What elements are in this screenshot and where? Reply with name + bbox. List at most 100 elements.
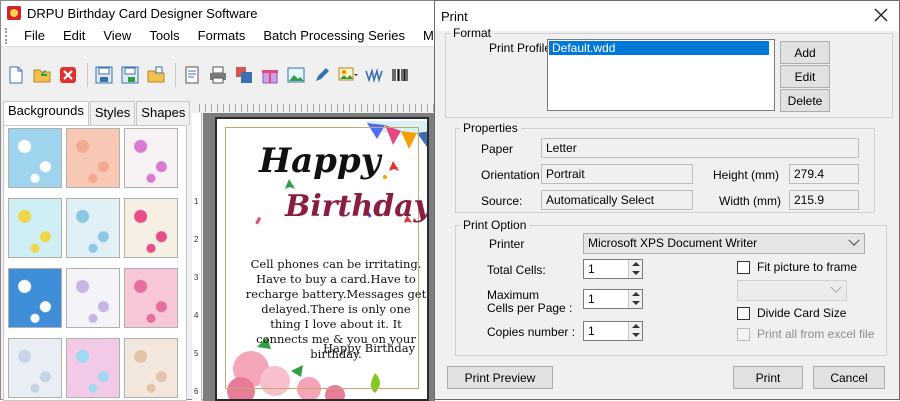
menu-file[interactable]: File [15,28,54,43]
orientation-field: Portrait [541,164,693,184]
stepper-arrows-icon[interactable] [628,260,642,278]
max-cells-stepper[interactable]: 1 [583,289,643,309]
background-swatch[interactable] [8,198,62,258]
tab-shapes[interactable]: Shapes [136,101,191,125]
pen-icon[interactable] [311,64,333,86]
max-cells-label-line1: Maximum [487,288,540,302]
properties-icon[interactable] [181,64,203,86]
printer-label: Printer [489,237,525,251]
left-panel: Backgrounds Styles Shapes [3,101,191,401]
ruler-left: 1 2 3 4 5 6 [192,113,202,401]
copies-value: 1 [588,324,595,338]
open-folder-icon[interactable] [31,64,53,86]
tab-backgrounds[interactable]: Backgrounds [3,101,89,125]
open-template-icon[interactable] [145,64,167,86]
paper-label: Paper [481,142,514,156]
print-all-excel-checkbox [737,328,750,341]
tab-styles[interactable]: Styles [89,101,136,125]
stepper-arrows-icon[interactable] [628,322,642,340]
copies-label: Copies number : [487,325,576,339]
background-swatch[interactable] [8,338,62,398]
fit-picture-label: Fit picture to frame [757,260,858,274]
ruler-number: 1 [194,197,199,206]
dialog-title: Print [441,8,468,24]
main-toolbar [1,58,441,92]
print-option-legend: Print Option [463,218,527,232]
fit-picture-select [737,280,847,301]
close-red-x-icon[interactable] [57,64,79,86]
printer-select[interactable]: Microsoft XPS Document Writer [583,233,865,254]
left-tabs: Backgrounds Styles Shapes [3,101,191,125]
background-swatch[interactable] [66,198,120,258]
delete-profile-button[interactable]: Delete [780,89,830,112]
menu-view[interactable]: View [94,28,140,43]
total-cells-value: 1 [588,262,595,276]
gift-icon[interactable] [259,64,281,86]
menu-formats[interactable]: Formats [189,28,255,43]
menu-edit[interactable]: Edit [54,28,94,43]
background-swatch[interactable] [8,128,62,188]
ruler-top [199,104,435,112]
menu-batch-processing[interactable]: Batch Processing Series [254,28,414,43]
ruler-number: 6 [194,387,199,396]
height-label: Height (mm) [713,168,780,182]
cancel-button[interactable]: Cancel [813,366,885,389]
watermark-icon[interactable] [363,64,385,86]
copy-icon[interactable] [233,64,255,86]
total-cells-stepper[interactable]: 1 [583,259,643,279]
fit-picture-checkbox[interactable] [737,261,750,274]
background-swatch[interactable] [66,268,120,328]
card-signature: Happy Birthday [323,341,416,355]
print-icon[interactable] [207,64,229,86]
height-field: 279.4 [789,164,859,184]
edit-profile-button[interactable]: Edit [780,65,830,88]
menu-grip [5,27,9,44]
save-as-icon[interactable] [119,64,141,86]
menu-tools[interactable]: Tools [140,28,188,43]
close-icon[interactable] [873,7,889,23]
background-swatch[interactable] [66,128,120,188]
save-icon[interactable] [93,64,115,86]
print-dialog: Print Format Print Profile Default.wdd A… [434,0,900,400]
print-profile-list[interactable]: Default.wdd [547,39,775,111]
design-canvas[interactable]: Happy Birthday Cell phones can be irrita… [203,113,435,401]
toolbar-separator [87,63,89,87]
background-swatch[interactable] [124,198,178,258]
print-all-excel-label: Print all from excel file [757,327,875,341]
ruler-number: 5 [194,349,199,358]
background-swatch[interactable] [66,338,120,398]
ruler-number: 3 [194,273,199,282]
divide-card-label: Divide Card Size [757,306,847,320]
background-swatch[interactable] [124,338,178,398]
background-swatch[interactable] [124,268,178,328]
background-swatch[interactable] [8,268,62,328]
paper-field: Letter [541,138,859,158]
format-legend: Format [453,26,492,40]
source-label: Source: [481,194,523,208]
background-swatch[interactable] [124,128,178,188]
max-cells-value: 1 [588,292,595,306]
print-button[interactable]: Print [733,366,803,389]
total-cells-label: Total Cells: [487,263,546,277]
birthday-card[interactable]: Happy Birthday Cell phones can be irrita… [215,117,429,401]
card-title-birthday: Birthday [285,189,429,224]
window-title: DRPU Birthday Card Designer Software [27,5,258,21]
print-preview-button[interactable]: Print Preview [447,366,553,389]
chevron-down-icon [848,234,860,246]
max-cells-label-line2: Cells per Page : [487,301,573,315]
picture-dropdown-icon[interactable] [337,64,359,86]
divide-card-checkbox[interactable] [737,307,750,320]
add-profile-button[interactable]: Add [780,41,830,64]
width-label: Width (mm) [719,194,781,208]
image-icon[interactable] [285,64,307,86]
backgrounds-gallery [3,125,187,401]
print-profile-item[interactable]: Default.wdd [549,41,769,55]
stepper-arrows-icon[interactable] [628,290,642,308]
new-file-icon[interactable] [5,64,27,86]
print-profile-label: Print Profile [489,41,552,55]
orientation-label: Orientation [481,168,540,182]
barcode-icon[interactable] [389,64,411,86]
toolbar-separator [175,63,177,87]
copies-stepper[interactable]: 1 [583,321,643,341]
ruler-number: 2 [194,235,199,244]
